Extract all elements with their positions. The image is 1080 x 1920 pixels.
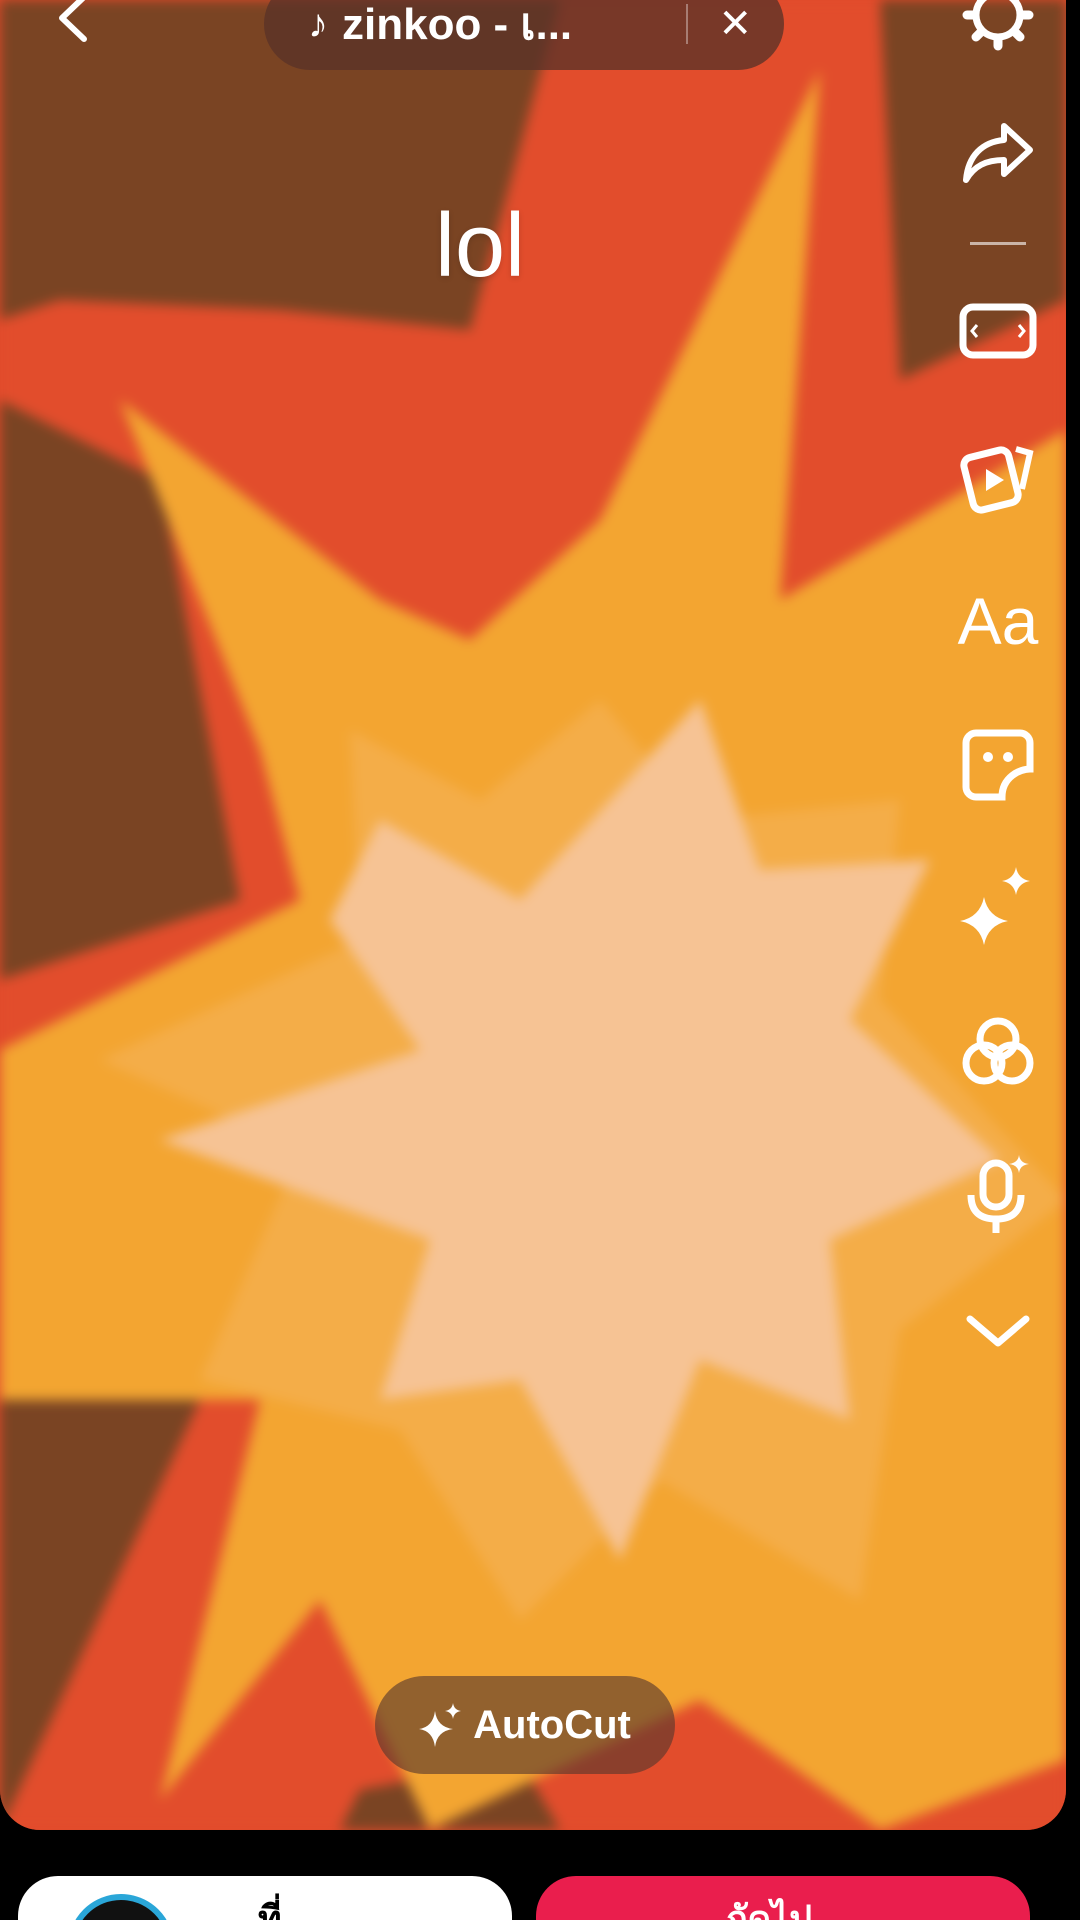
templates-button[interactable] — [948, 432, 1048, 522]
share-button[interactable] — [948, 108, 1048, 198]
filters-button[interactable] — [948, 1006, 1048, 1096]
settings-button[interactable] — [948, 0, 1048, 60]
avatar — [68, 1894, 174, 1920]
aspect-ratio-icon — [959, 303, 1037, 359]
your-story-button[interactable]: ที่ — [18, 1876, 512, 1920]
toolbar-separator — [970, 242, 1026, 245]
chevron-down-icon — [966, 1315, 1030, 1347]
text-icon: Aa — [957, 584, 1039, 658]
music-title: zinkoo - เ... — [342, 0, 573, 49]
templates-icon — [960, 446, 1034, 514]
remove-music-button[interactable]: ✕ — [718, 4, 752, 44]
autocut-label: AutoCut — [473, 1702, 631, 1747]
voice-effects-button[interactable] — [948, 1150, 1048, 1240]
sparkle-icon — [419, 1703, 462, 1747]
sticker-button[interactable] — [948, 720, 1048, 810]
music-selector[interactable]: ♪ zinkoo - เ... ✕ — [264, 0, 784, 70]
text-button[interactable]: Aa — [948, 576, 1048, 666]
settings-icon — [962, 0, 1034, 51]
your-story-label: ที่ — [258, 1898, 282, 1920]
chevron-left-icon — [59, 0, 87, 42]
next-button[interactable]: ถัดไป — [536, 1876, 1030, 1920]
effects-button[interactable] — [948, 862, 1048, 952]
overlay-text[interactable]: lol — [0, 195, 960, 298]
filters-icon — [962, 1017, 1034, 1085]
pill-divider — [686, 4, 689, 44]
effects-icon — [960, 867, 1030, 945]
back-button[interactable] — [42, 0, 102, 48]
sticker-icon — [962, 729, 1034, 801]
autocut-button[interactable]: AutoCut — [375, 1676, 675, 1774]
share-icon — [963, 123, 1033, 183]
more-tools-button[interactable] — [948, 1286, 1048, 1376]
aspect-ratio-button[interactable] — [948, 286, 1048, 376]
music-note-icon: ♪ — [308, 1, 328, 46]
video-preview[interactable]: ♪ zinkoo - เ... ✕ lol Aa AutoCut — [0, 0, 1066, 1830]
voice-effects-icon — [967, 1155, 1029, 1233]
next-label: ถัดไป — [726, 1898, 813, 1920]
